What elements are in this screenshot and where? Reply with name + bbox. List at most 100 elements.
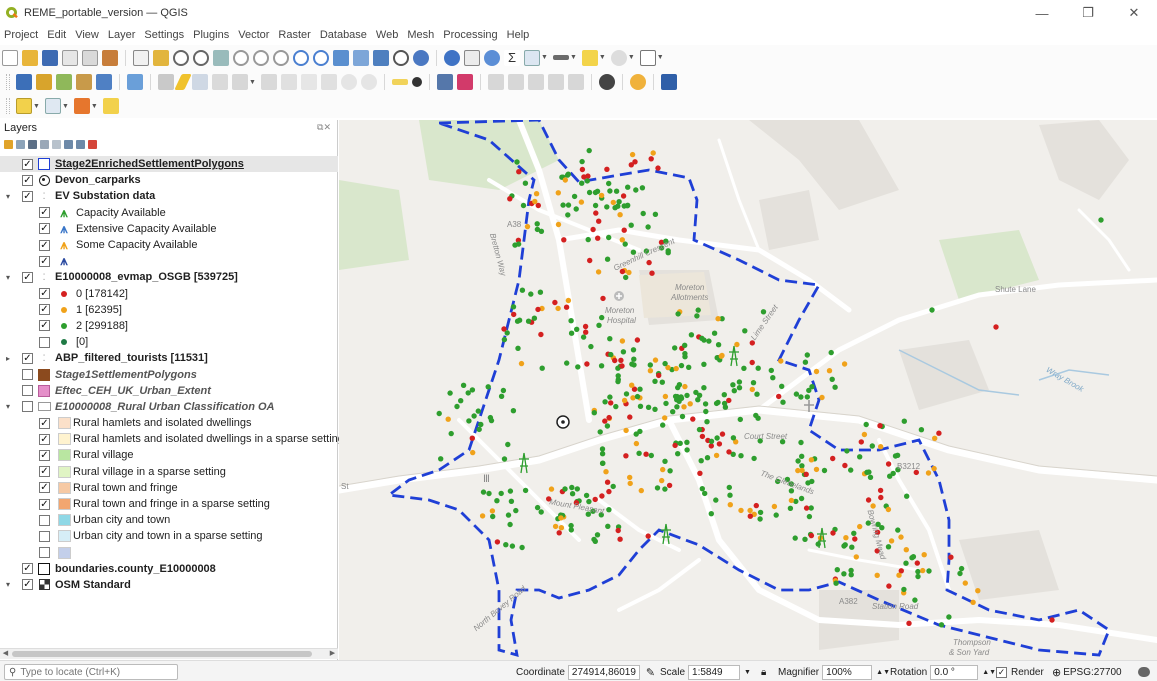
help-icon[interactable] bbox=[660, 74, 677, 90]
collapse-arrow-icon[interactable]: ▾ bbox=[4, 192, 12, 201]
close-button[interactable]: ✕ bbox=[1111, 0, 1157, 26]
locator-bar[interactable]: ⚲ bbox=[4, 664, 178, 680]
menu-view[interactable]: View bbox=[71, 29, 104, 41]
plugin-icon[interactable] bbox=[629, 74, 646, 90]
toggle-extents-icon[interactable]: ✎ bbox=[646, 666, 655, 679]
chevron-down-icon[interactable]: ▼ bbox=[249, 79, 256, 86]
layer-tree-row[interactable]: ✓ 0 [178142] bbox=[0, 286, 338, 302]
attribute-table-icon[interactable] bbox=[464, 49, 480, 66]
collapse-all-icon[interactable] bbox=[76, 139, 85, 149]
chevron-down-icon[interactable]: ▼ bbox=[628, 54, 635, 61]
layer-tree-row[interactable]: ✓ ⩚ Extensive Capacity Available bbox=[0, 221, 338, 237]
layer-visibility-checkbox[interactable] bbox=[39, 514, 50, 526]
chevron-down-icon[interactable]: ▼ bbox=[33, 103, 40, 110]
menu-edit[interactable]: Edit bbox=[43, 29, 71, 41]
zoom-native-icon[interactable] bbox=[273, 49, 289, 66]
zoom-layer-icon[interactable] bbox=[253, 49, 269, 66]
paste-features-icon[interactable] bbox=[320, 74, 337, 90]
layer-tree-row[interactable]: ✓ ⩚ Some Capacity Available bbox=[0, 237, 338, 253]
layer-tree-row[interactable]: [0] bbox=[0, 334, 338, 350]
label-tool-icon[interactable] bbox=[391, 79, 408, 85]
deselect-icon[interactable] bbox=[73, 98, 90, 114]
move-label-icon[interactable] bbox=[487, 74, 504, 90]
layer-tree-row[interactable]: ✓ Stage2EnrichedSettlementPolygons bbox=[0, 156, 338, 173]
add-feature-icon[interactable] bbox=[212, 74, 228, 90]
layer-tree-row[interactable]: ✓ 1 [62395] bbox=[0, 302, 338, 318]
zoom-full-icon[interactable] bbox=[213, 49, 229, 66]
layer-tree-scrollbar[interactable]: ◀ ▶ bbox=[0, 648, 338, 659]
layer-visibility-checkbox[interactable] bbox=[22, 369, 33, 381]
map-tips-icon[interactable] bbox=[552, 55, 569, 60]
layer-visibility-checkbox[interactable]: ✓ bbox=[22, 158, 33, 170]
layer-visibility-checkbox[interactable]: ✓ bbox=[39, 304, 50, 316]
menu-raster[interactable]: Raster bbox=[274, 29, 315, 41]
layer-tree-row[interactable]: ▾ ✓ OSM Standard bbox=[0, 577, 338, 593]
messages-icon[interactable] bbox=[1138, 664, 1150, 680]
bookmark-icon[interactable] bbox=[373, 49, 389, 66]
layer-visibility-checkbox[interactable]: ✓ bbox=[39, 449, 50, 461]
crs-label[interactable]: EPSG:27700 bbox=[1063, 667, 1121, 678]
layer-visibility-checkbox[interactable]: ✓ bbox=[39, 255, 50, 267]
add-wms-icon[interactable] bbox=[127, 74, 143, 90]
chevron-down-icon[interactable]: ▼ bbox=[541, 54, 548, 61]
toggle-editing-icon[interactable] bbox=[174, 74, 192, 90]
measure-icon[interactable] bbox=[524, 49, 540, 66]
layer-tree-row[interactable]: Eftec_CEH_UK_Urban_Extent bbox=[0, 383, 338, 399]
pin-labels-icon[interactable] bbox=[436, 74, 453, 90]
remove-layer-icon[interactable] bbox=[88, 139, 97, 149]
layer-visibility-checkbox[interactable]: ✓ bbox=[39, 239, 50, 251]
show-tips-icon[interactable] bbox=[610, 49, 627, 66]
locator-input[interactable] bbox=[20, 666, 171, 678]
zoom-out-icon[interactable] bbox=[193, 49, 209, 66]
layer-tree-row[interactable]: ✓ boundaries.county_E10000008 bbox=[0, 561, 338, 577]
show-hide-labels-icon[interactable] bbox=[547, 74, 564, 90]
menu-vector[interactable]: Vector bbox=[234, 29, 274, 41]
rotation-field[interactable]: 0.0 ° bbox=[930, 664, 979, 680]
select-by-value-icon[interactable] bbox=[44, 98, 61, 114]
layer-tree-row[interactable] bbox=[0, 545, 338, 561]
expand-arrow-icon[interactable]: ▸ bbox=[4, 354, 12, 363]
menu-mesh[interactable]: Mesh bbox=[403, 29, 439, 41]
zoom-next-icon[interactable] bbox=[313, 49, 329, 66]
layer-visibility-checkbox[interactable] bbox=[22, 401, 33, 413]
map-render[interactable]: Ⅲ bbox=[339, 120, 1157, 660]
panel-float-close-icon[interactable]: ⧉✕ bbox=[317, 122, 331, 133]
save-edits-icon[interactable] bbox=[192, 74, 208, 90]
render-checkbox[interactable]: ✓ bbox=[996, 666, 1007, 678]
coordinate-field[interactable]: 274914,86019 bbox=[567, 664, 640, 680]
temporal-controller-icon[interactable] bbox=[393, 49, 409, 66]
add-raster-icon[interactable] bbox=[76, 74, 92, 90]
layer-tree-row[interactable]: Urban city and town bbox=[0, 512, 338, 528]
menu-layer[interactable]: Layer bbox=[104, 29, 141, 41]
layer-tree-row[interactable]: ✓ Rural hamlets and isolated dwellings bbox=[0, 415, 338, 431]
layer-visibility-checkbox[interactable]: ✓ bbox=[39, 466, 50, 478]
open-layer-styling-icon[interactable] bbox=[4, 139, 13, 149]
scroll-right-icon[interactable]: ▶ bbox=[327, 649, 338, 659]
pan-map-icon[interactable] bbox=[133, 49, 149, 66]
collapse-arrow-icon[interactable]: ▾ bbox=[4, 402, 12, 411]
save-project-icon[interactable] bbox=[42, 49, 58, 66]
highlight-labels-icon[interactable] bbox=[456, 74, 473, 90]
scroll-left-icon[interactable]: ◀ bbox=[0, 649, 11, 659]
layer-visibility-checkbox[interactable] bbox=[39, 336, 50, 348]
layer-visibility-checkbox[interactable]: ✓ bbox=[22, 563, 33, 575]
lock-scale-icon[interactable]: 🔒︎ bbox=[761, 667, 766, 678]
layer-visibility-checkbox[interactable]: ✓ bbox=[39, 433, 50, 445]
layer-tree-row[interactable]: ▾ E10000008_Rural Urban Classification OA bbox=[0, 399, 338, 415]
vertex-tool-icon[interactable] bbox=[232, 74, 248, 90]
new-map-view-icon[interactable] bbox=[333, 49, 349, 66]
zoom-in-icon[interactable] bbox=[173, 49, 189, 66]
select-location-icon[interactable] bbox=[102, 98, 119, 114]
layer-tree-row[interactable]: ✓ Rural village bbox=[0, 447, 338, 463]
expand-all-icon[interactable] bbox=[64, 139, 73, 149]
collapse-arrow-icon[interactable]: ▾ bbox=[4, 273, 12, 282]
layer-visibility-checkbox[interactable]: ✓ bbox=[39, 207, 50, 219]
magnifier-spin-icon[interactable]: ▲▼ bbox=[876, 669, 890, 676]
layer-visibility-checkbox[interactable] bbox=[39, 530, 50, 542]
layer-visibility-checkbox[interactable]: ✓ bbox=[22, 271, 33, 283]
menu-database[interactable]: Database bbox=[316, 29, 372, 41]
chevron-down-icon[interactable]: ▼ bbox=[657, 54, 664, 61]
layer-tree-row[interactable]: ✓ ⩚ bbox=[0, 253, 338, 269]
layer-visibility-checkbox[interactable]: ✓ bbox=[22, 174, 33, 186]
minimize-button[interactable]: — bbox=[1019, 0, 1065, 26]
